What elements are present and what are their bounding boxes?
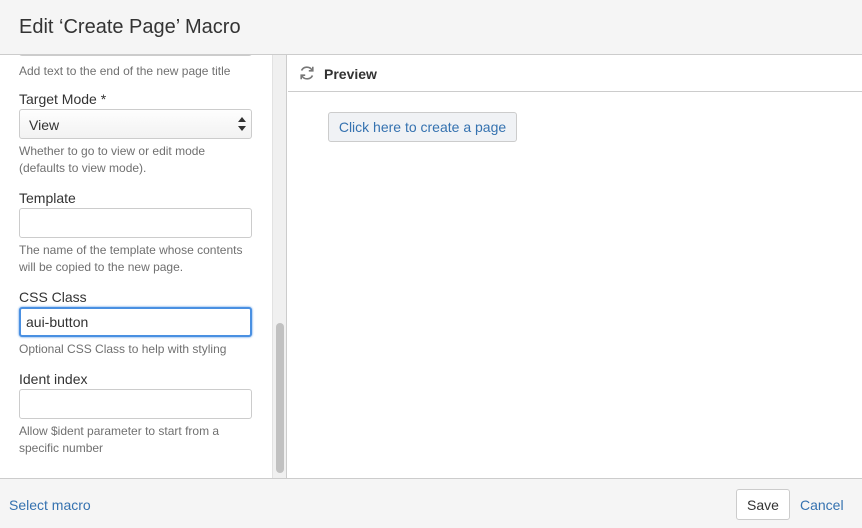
save-button[interactable]: Save (736, 489, 790, 520)
create-page-button[interactable]: Click here to create a page (328, 112, 517, 142)
title-suffix-input[interactable] (19, 55, 252, 56)
target-mode-value: View (29, 117, 60, 133)
target-mode-label: Target Mode * (19, 91, 107, 107)
template-hint-1: The name of the template whose contents (19, 243, 243, 257)
title-suffix-hint: Add text to the end of the new page titl… (19, 64, 231, 78)
template-input[interactable] (19, 208, 252, 238)
target-mode-hint-2: (defaults to view mode). (19, 161, 147, 175)
dialog-footer: Select macro Save Cancel (0, 478, 862, 528)
ident-index-label: Ident index (19, 371, 88, 387)
macro-parameters-panel[interactable]: Add text to the end of the new page titl… (0, 55, 287, 478)
css-class-hint: Optional CSS Class to help with styling (19, 342, 227, 356)
parameters-scrollbar[interactable] (272, 55, 286, 478)
preview-panel: Preview Click here to create a page (288, 55, 862, 478)
preview-header: Preview (288, 55, 862, 92)
preview-label: Preview (324, 66, 377, 82)
dialog-title: Edit ‘Create Page’ Macro (19, 16, 241, 38)
updown-arrows-icon (238, 117, 246, 131)
template-label: Template (19, 190, 76, 206)
select-macro-link[interactable]: Select macro (9, 497, 91, 513)
css-class-label: CSS Class (19, 289, 87, 305)
css-class-input[interactable] (19, 307, 252, 337)
target-mode-select[interactable]: View (19, 109, 252, 139)
refresh-icon[interactable] (298, 64, 316, 82)
dialog-header: Edit ‘Create Page’ Macro (0, 0, 862, 55)
cancel-link[interactable]: Cancel (800, 497, 844, 513)
ident-index-input[interactable] (19, 389, 252, 419)
ident-index-hint-1: Allow $ident parameter to start from a (19, 424, 220, 438)
scrollbar-thumb[interactable] (276, 323, 284, 473)
ident-index-hint-2: specific number (19, 441, 104, 455)
template-hint-2: will be copied to the new page. (19, 260, 184, 274)
target-mode-hint-1: Whether to go to view or edit mode (19, 144, 206, 158)
